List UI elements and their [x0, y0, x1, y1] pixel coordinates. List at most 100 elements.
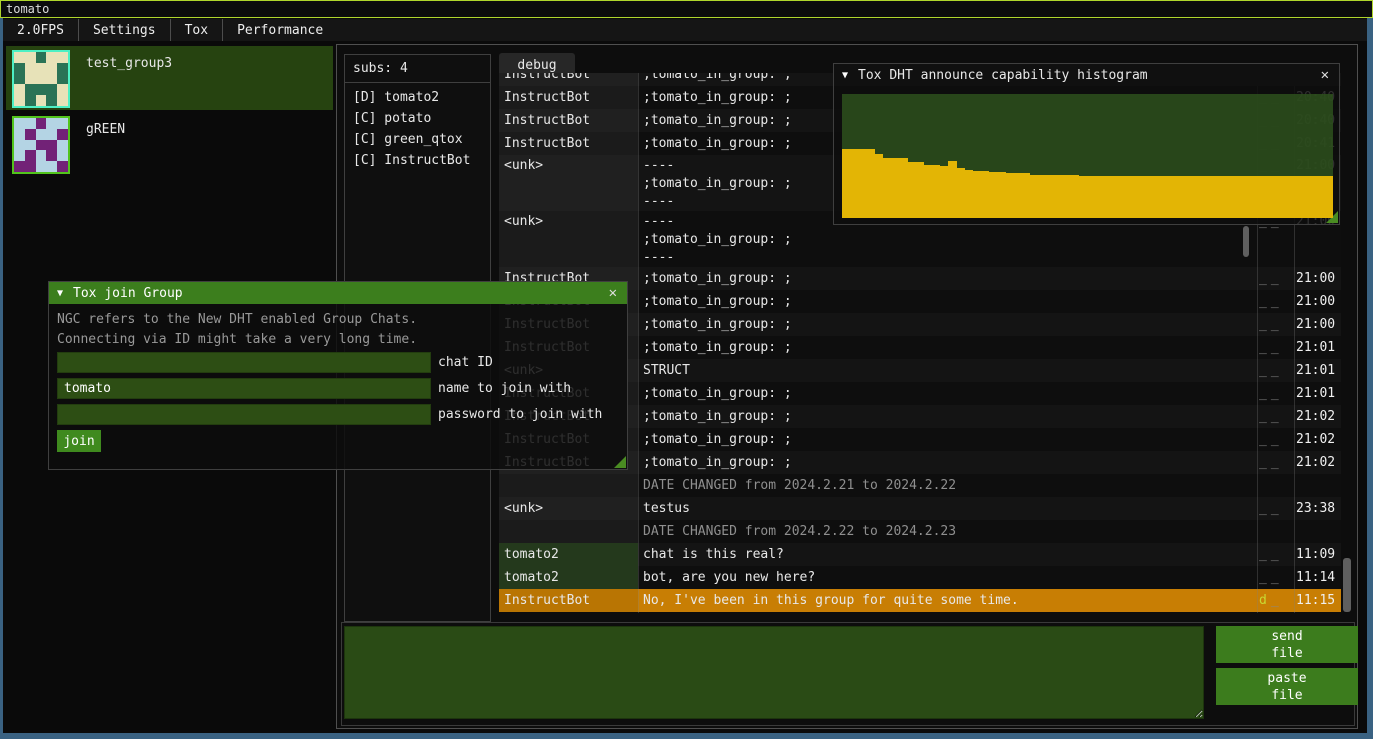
- chat-id-row: chat ID: [57, 352, 493, 373]
- timestamp: 21:01: [1293, 336, 1341, 359]
- menu-settings[interactable]: Settings: [79, 19, 170, 41]
- message-text: ;tomato_in_group: ;: [638, 290, 1256, 313]
- message-input[interactable]: [344, 626, 1204, 719]
- timestamp: [1293, 474, 1341, 497]
- timestamp: 21:00: [1293, 290, 1341, 313]
- paste-file-button[interactable]: paste file: [1216, 668, 1358, 705]
- sender-name: InstructBot: [499, 73, 638, 86]
- message-flags: __: [1256, 428, 1293, 451]
- timestamp: 21:02: [1293, 451, 1341, 474]
- member-item[interactable]: [C] InstructBot: [345, 150, 490, 171]
- group-avatar: [12, 50, 70, 108]
- menu-tox[interactable]: Tox: [171, 19, 222, 41]
- message-flags: __: [1256, 451, 1293, 474]
- sender-name: tomato2: [499, 566, 638, 589]
- table-row[interactable]: DATE CHANGED from 2024.2.22 to 2024.2.23: [499, 520, 1341, 543]
- message-text: DATE CHANGED from 2024.2.22 to 2024.2.23: [638, 520, 1256, 543]
- timestamp: 21:02: [1293, 428, 1341, 451]
- group-name: test_group3: [86, 56, 172, 71]
- window-border-right: [1367, 18, 1373, 739]
- message-text: ;tomato_in_group: ;: [638, 405, 1256, 428]
- timestamp: 11:14: [1293, 566, 1341, 589]
- message-flags: __: [1256, 566, 1293, 589]
- message-flags: __: [1256, 267, 1293, 290]
- resize-grip[interactable]: [614, 456, 626, 468]
- histogram-window: ▼ Tox DHT announce capability histogram …: [833, 63, 1340, 225]
- window-border-bottom: [0, 733, 1373, 739]
- window-border-left: [0, 18, 3, 739]
- composer-area: send file paste file: [341, 622, 1355, 726]
- message-flags: __: [1256, 497, 1293, 520]
- message-text: ;tomato_in_group: ;: [638, 451, 1256, 474]
- join-button[interactable]: join: [57, 430, 101, 452]
- separator: [345, 82, 490, 83]
- join-password-label: password to join with: [438, 407, 602, 422]
- message-flags: [1256, 520, 1293, 543]
- table-row[interactable]: tomato2 chat is this real? __ 11:09: [499, 543, 1341, 566]
- message-text: ;tomato_in_group: ;: [638, 313, 1256, 336]
- timestamp: 21:01: [1293, 382, 1341, 405]
- table-row[interactable]: DATE CHANGED from 2024.2.21 to 2024.2.22: [499, 474, 1341, 497]
- histogram-titlebar[interactable]: ▼ Tox DHT announce capability histogram …: [834, 64, 1339, 86]
- collapse-arrow-icon[interactable]: ▼: [842, 70, 848, 81]
- message-text: testus: [638, 497, 1256, 520]
- chat-id-input[interactable]: [57, 352, 431, 373]
- sidebar-item-test-group3[interactable]: test_group3: [6, 46, 333, 110]
- sender-name: InstructBot: [499, 109, 638, 132]
- subs-count: subs: 4: [345, 55, 490, 80]
- sender-name: [499, 520, 638, 543]
- sender-name: <unk>: [499, 497, 638, 520]
- window-title: tomato: [6, 2, 49, 16]
- sender-name: InstructBot: [499, 86, 638, 109]
- message-text: No, I've been in this group for quite so…: [638, 589, 1256, 612]
- timestamp: 21:00: [1293, 313, 1341, 336]
- join-password-row: password to join with: [57, 404, 602, 425]
- column-separator: [638, 73, 639, 613]
- message-text: DATE CHANGED from 2024.2.21 to 2024.2.22: [638, 474, 1256, 497]
- sender-name: InstructBot: [499, 589, 638, 612]
- join-titlebar[interactable]: ▼ Tox join Group ✕: [49, 282, 627, 304]
- scrollbar-handle[interactable]: [1243, 226, 1249, 257]
- titlebar[interactable]: tomato: [0, 0, 1373, 18]
- message-flags: __: [1256, 359, 1293, 382]
- send-file-button[interactable]: send file: [1216, 626, 1358, 663]
- menu-bar: 2.0FPS Settings Tox Performance: [3, 19, 1367, 41]
- message-flags: [1256, 474, 1293, 497]
- message-text: STRUCT: [638, 359, 1256, 382]
- collapse-arrow-icon[interactable]: ▼: [57, 288, 63, 299]
- timestamp: 21:00: [1293, 267, 1341, 290]
- sidebar-item-green[interactable]: gREEN: [6, 112, 333, 176]
- sender-name: InstructBot: [499, 132, 638, 155]
- group-name: gREEN: [86, 122, 125, 137]
- join-password-input[interactable]: [57, 404, 431, 425]
- app-window: tomato 2.0FPS Settings Tox Performance t…: [0, 0, 1373, 739]
- join-description: NGC refers to the New DHT enabled Group …: [49, 304, 627, 350]
- chat-scrollbar-handle[interactable]: [1343, 558, 1351, 612]
- message-text: ;tomato_in_group: ;: [638, 382, 1256, 405]
- table-row[interactable]: <unk> testus __ 23:38: [499, 497, 1341, 520]
- member-item[interactable]: [C] potato: [345, 108, 490, 129]
- message-text: ;tomato_in_group: ;: [638, 267, 1256, 290]
- histogram-title: Tox DHT announce capability histogram: [858, 68, 1309, 83]
- join-name-row: name to join with: [57, 378, 571, 399]
- message-text: bot, are you new here?: [638, 566, 1256, 589]
- message-text: chat is this real?: [638, 543, 1256, 566]
- join-name-input[interactable]: [57, 378, 431, 399]
- join-group-window: ▼ Tox join Group ✕ NGC refers to the New…: [48, 281, 628, 470]
- message-flags: __: [1256, 382, 1293, 405]
- close-icon[interactable]: ✕: [607, 285, 619, 301]
- close-icon[interactable]: ✕: [1319, 67, 1331, 83]
- message-flags: d_: [1256, 589, 1293, 612]
- member-item[interactable]: [D] tomato2: [345, 87, 490, 108]
- join-name-label: name to join with: [438, 381, 571, 396]
- message-flags: __: [1256, 313, 1293, 336]
- table-row[interactable]: InstructBot No, I've been in this group …: [499, 589, 1341, 612]
- message-flags: __: [1256, 543, 1293, 566]
- message-text: ;tomato_in_group: ;: [638, 428, 1256, 451]
- sender-name: tomato2: [499, 543, 638, 566]
- member-item[interactable]: [C] green_qtox: [345, 129, 490, 150]
- menu-performance[interactable]: Performance: [223, 19, 337, 41]
- sender-name: [499, 474, 638, 497]
- table-row[interactable]: tomato2 bot, are you new here? __ 11:14: [499, 566, 1341, 589]
- sender-name: <unk>: [499, 155, 638, 211]
